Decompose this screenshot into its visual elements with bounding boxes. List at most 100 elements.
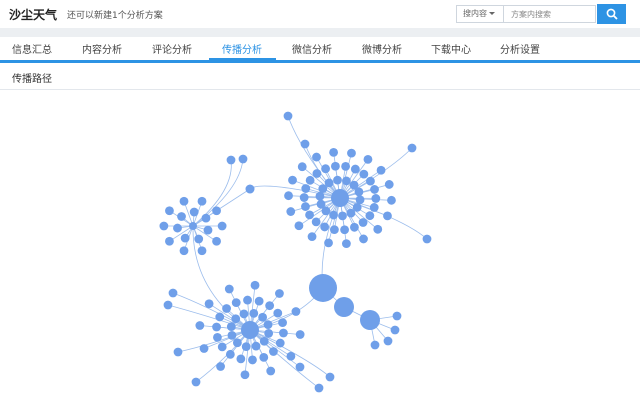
graph-node[interactable] <box>240 370 250 380</box>
graph-node[interactable] <box>369 203 379 212</box>
graph-node[interactable] <box>224 284 234 294</box>
graph-hub-node[interactable] <box>189 222 197 230</box>
graph-node[interactable] <box>251 341 261 351</box>
graph-hub-node[interactable] <box>360 310 380 330</box>
graph-hub-node[interactable] <box>241 321 259 339</box>
graph-node[interactable] <box>245 184 255 194</box>
graph-node[interactable] <box>392 311 402 321</box>
graph-node[interactable] <box>329 147 339 157</box>
graph-node[interactable] <box>350 164 360 174</box>
graph-node[interactable] <box>297 162 307 172</box>
graph-node[interactable] <box>225 349 235 359</box>
graph-node[interactable] <box>168 288 178 298</box>
graph-node[interactable] <box>232 338 242 348</box>
graph-node[interactable] <box>312 169 322 178</box>
graph-node[interactable] <box>173 347 183 357</box>
graph-node[interactable] <box>215 312 225 322</box>
graph-node[interactable] <box>254 296 264 306</box>
graph-node[interactable] <box>179 246 189 256</box>
graph-node[interactable] <box>300 139 310 149</box>
graph-node[interactable] <box>384 180 394 189</box>
graph-node[interactable] <box>283 111 293 121</box>
graph-node[interactable] <box>264 328 274 338</box>
graph-node[interactable] <box>231 314 241 324</box>
graph-node[interactable] <box>222 304 231 313</box>
graph-node[interactable] <box>243 295 252 305</box>
graph-node[interactable] <box>199 344 209 353</box>
graph-node[interactable] <box>355 195 365 205</box>
graph-node[interactable] <box>299 193 309 202</box>
graph-node[interactable] <box>314 383 324 393</box>
graph-node[interactable] <box>231 298 241 308</box>
graph-node[interactable] <box>383 336 393 346</box>
graph-node[interactable] <box>370 185 379 194</box>
graph-node[interactable] <box>216 362 225 371</box>
graph-node[interactable] <box>333 175 342 185</box>
graph-node[interactable] <box>390 325 400 335</box>
graph-node[interactable] <box>165 236 174 246</box>
graph-node[interactable] <box>204 299 214 309</box>
graph-node[interactable] <box>258 312 268 322</box>
graph-node[interactable] <box>212 236 221 246</box>
graph-node[interactable] <box>265 301 275 311</box>
graph-node[interactable] <box>217 221 227 231</box>
graph-node[interactable] <box>213 332 222 342</box>
graph-node[interactable] <box>236 354 246 364</box>
graph-node[interactable] <box>250 280 260 290</box>
graph-node[interactable] <box>275 289 284 298</box>
graph-node[interactable] <box>177 212 186 221</box>
graph-node[interactable] <box>340 225 349 235</box>
graph-node[interactable] <box>259 352 269 362</box>
graph-node[interactable] <box>295 362 305 372</box>
graph-node[interactable] <box>312 152 321 162</box>
graph-node[interactable] <box>341 239 351 249</box>
graph-node[interactable] <box>263 320 273 329</box>
graph-node[interactable] <box>194 234 204 244</box>
graph-node[interactable] <box>329 210 338 220</box>
graph-node[interactable] <box>226 322 236 332</box>
graph-node[interactable] <box>346 208 356 218</box>
graph-node[interactable] <box>163 300 173 310</box>
graph-node[interactable] <box>197 246 207 256</box>
graph-node[interactable] <box>201 213 211 223</box>
graph-hub-node[interactable] <box>334 297 354 317</box>
graph-node[interactable] <box>227 331 237 340</box>
graph-node[interactable] <box>324 178 334 188</box>
graph-node[interactable] <box>363 154 373 164</box>
graph-node[interactable] <box>197 196 207 206</box>
graph-node[interactable] <box>387 195 396 205</box>
graph-root-node[interactable] <box>309 274 337 302</box>
graph-node[interactable] <box>371 194 381 203</box>
graph-node[interactable] <box>316 199 326 209</box>
graph-node[interactable] <box>321 164 330 174</box>
graph-node[interactable] <box>159 221 169 231</box>
graph-node[interactable] <box>238 154 248 164</box>
graph-node[interactable] <box>331 161 340 171</box>
graph-node[interactable] <box>407 143 417 153</box>
graph-node[interactable] <box>266 366 276 376</box>
graph-node[interactable] <box>275 338 285 348</box>
graph-node[interactable] <box>350 222 359 232</box>
graph-node[interactable] <box>295 330 305 339</box>
graph-node[interactable] <box>422 234 432 244</box>
graph-hub-node[interactable] <box>331 189 349 207</box>
graph-node[interactable] <box>191 377 201 387</box>
graph-node[interactable] <box>239 309 249 319</box>
graph-node[interactable] <box>241 342 251 352</box>
graph-node[interactable] <box>195 321 205 330</box>
graph-node[interactable] <box>284 191 293 201</box>
spread-path-graph[interactable] <box>0 0 640 411</box>
graph-node[interactable] <box>269 347 278 356</box>
graph-node[interactable] <box>311 217 321 227</box>
graph-node[interactable] <box>173 223 182 233</box>
graph-node[interactable] <box>212 322 221 332</box>
graph-node[interactable] <box>341 161 351 171</box>
graph-node[interactable] <box>370 340 380 350</box>
graph-node[interactable] <box>273 308 283 318</box>
graph-node[interactable] <box>286 351 296 361</box>
graph-node[interactable] <box>248 355 257 365</box>
graph-node[interactable] <box>305 175 315 185</box>
graph-node[interactable] <box>301 202 310 211</box>
graph-node[interactable] <box>307 232 317 242</box>
graph-node[interactable] <box>294 221 304 231</box>
